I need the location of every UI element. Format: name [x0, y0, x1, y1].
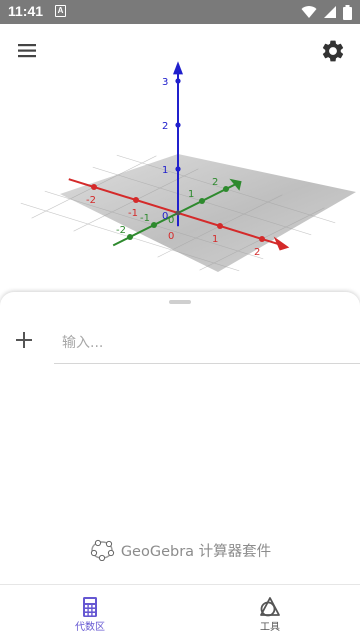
- tab-algebra[interactable]: 代数区: [0, 585, 180, 641]
- z-tick-point: [175, 78, 181, 84]
- z-tick-point: [175, 122, 181, 128]
- tab-tools[interactable]: 工具: [180, 585, 360, 641]
- tab-tools-label: 工具: [260, 622, 280, 633]
- x-tick-point: [91, 184, 97, 190]
- drag-handle[interactable]: [169, 300, 191, 304]
- y-tick-label: -1: [140, 213, 150, 224]
- 3d-axes-canvas[interactable]: -2-112-2-112123000: [0, 24, 360, 286]
- geogebra-logo-icon: [90, 539, 114, 561]
- algebra-input[interactable]: [62, 330, 342, 356]
- origin-label: 0: [162, 211, 168, 222]
- brand-footer: GeoGebra 计算器套件: [0, 538, 360, 562]
- add-icon[interactable]: [12, 328, 36, 352]
- brand-label: GeoGebra 计算器套件: [120, 543, 272, 560]
- battery-icon: [343, 4, 352, 20]
- status-bar: 11:41 A: [0, 0, 360, 24]
- y-tick-label: -2: [116, 225, 126, 236]
- y-tick-point: [223, 186, 229, 192]
- origin-point: [175, 210, 181, 216]
- z-tick-point: [175, 166, 181, 172]
- y-tick-label: 2: [212, 177, 218, 188]
- status-time: 11:41: [8, 3, 44, 19]
- calculator-icon: [83, 597, 97, 617]
- wifi-icon: [301, 6, 317, 19]
- y-tick-label: 1: [188, 189, 194, 200]
- tab-algebra-label: 代数区: [75, 622, 105, 633]
- menu-button[interactable]: [14, 40, 40, 62]
- x-tick-label: 2: [254, 247, 260, 258]
- z-tick-label: 2: [162, 121, 168, 132]
- signal-icon: [324, 6, 336, 18]
- settings-button[interactable]: [320, 38, 346, 64]
- bottom-navigation: 代数区 工具: [0, 584, 360, 640]
- notification-icon: A: [55, 5, 66, 17]
- status-indicators: [301, 4, 352, 20]
- y-tick-point: [199, 198, 205, 204]
- algebra-input-row: [54, 322, 360, 364]
- z-tick-label: 3: [162, 77, 168, 88]
- y-tick-point: [151, 222, 157, 228]
- algebra-panel: GeoGebra 计算器套件: [0, 292, 360, 584]
- x-tick-point: [259, 236, 265, 242]
- y-tick-point: [127, 234, 133, 240]
- x-tick-label: 1: [212, 234, 218, 245]
- z-tick-label: 1: [162, 165, 168, 176]
- geometry-tools-icon: [260, 597, 280, 617]
- z-axis-arrow: [173, 61, 183, 75]
- x-tick-point: [133, 197, 139, 203]
- graphics-3d-view[interactable]: -2 -1 1 2 -2 -1 1 2 1 2 3 0 0 0: [0, 24, 360, 286]
- xy-plane: [60, 154, 356, 272]
- x-tick-point: [217, 223, 223, 229]
- x-tick-label: -1: [128, 208, 138, 219]
- x-tick-label: -2: [86, 195, 96, 206]
- origin-label: 0: [168, 215, 174, 226]
- origin-label: 0: [168, 231, 174, 242]
